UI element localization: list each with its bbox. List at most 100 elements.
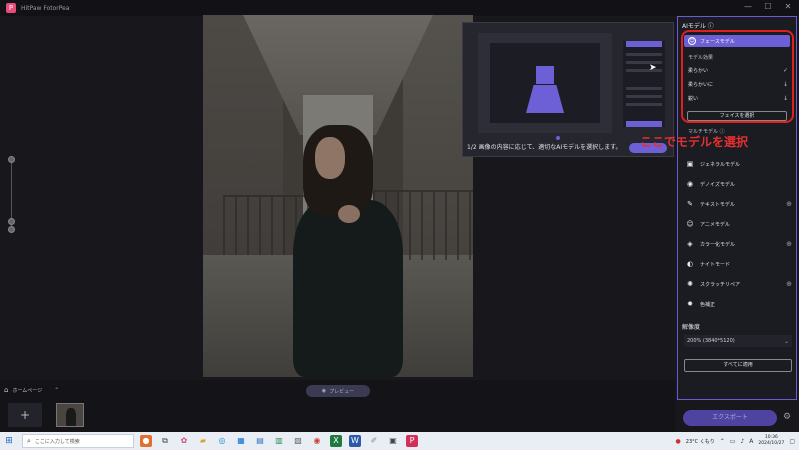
- model-label: スクラッチリペア: [700, 281, 741, 288]
- resolution-value: 200% (3840*5120): [687, 338, 735, 344]
- text-icon: ✎: [687, 200, 693, 208]
- app-logo-icon: P: [6, 3, 16, 13]
- chevron-up-icon[interactable]: ⌃: [54, 387, 59, 394]
- search-icon: ⌕: [27, 436, 31, 445]
- model-label: カラー化モデル: [700, 241, 736, 248]
- taskbar: ⊞ ⌕ ここに入力して検索 ● ⧉ ✿ ▰ ◎ ▦ ▤ ▥ ▧ ◉ X W ✐ …: [0, 432, 799, 450]
- apply-all-button[interactable]: すべてに適用: [684, 359, 792, 372]
- panel-title: AIモデル ⓘ: [682, 23, 714, 30]
- image-thumbnail[interactable]: [56, 403, 84, 427]
- weather-text[interactable]: 23°C くもり: [686, 438, 715, 445]
- app-title: HitPaw FotorPea: [21, 4, 70, 12]
- photo-person-shoulder: [338, 205, 360, 223]
- preview-label: プレビュー: [329, 388, 355, 395]
- file-explorer-icon[interactable]: ▰: [197, 435, 209, 447]
- model-item-color-correct[interactable]: ✹ 色補正: [684, 297, 792, 311]
- image-canvas[interactable]: [203, 15, 473, 377]
- chrome-icon[interactable]: ◉: [311, 435, 323, 447]
- app-icon[interactable]: ▥: [273, 435, 285, 447]
- model-item-scratch[interactable]: ✺ スクラッチリペア ⊕: [684, 277, 792, 291]
- model-label: デノイズモデル: [700, 181, 735, 188]
- zoom-handle[interactable]: [8, 218, 15, 225]
- side-bar: [626, 53, 662, 56]
- minimize-button[interactable]: —: [743, 2, 753, 11]
- model-item-night[interactable]: ◐ ナイトモード: [684, 257, 792, 271]
- download-model-icon[interactable]: ⊕: [786, 280, 792, 288]
- ime-icon[interactable]: A: [749, 438, 753, 445]
- model-item-denoise[interactable]: ◉ デノイズモデル: [684, 177, 792, 191]
- app-icon[interactable]: ▧: [292, 435, 304, 447]
- side-bar: [626, 87, 662, 90]
- denoise-icon: ◉: [686, 180, 694, 188]
- resolution-title: 解像度: [682, 324, 701, 331]
- model-label: アニメモデル: [700, 221, 730, 228]
- app-window: P HitPaw FotorPea — ☐ ✕ ➤ 1/2 画像の内容に応じて、…: [0, 0, 799, 432]
- chevron-down-icon: ⌄: [783, 337, 789, 345]
- window-controls: — ☐ ✕: [743, 2, 793, 11]
- cursor-icon: ➤: [649, 63, 657, 73]
- photo-person-body: [293, 200, 403, 377]
- side-highlight: [626, 41, 662, 47]
- onboarding-side-preview: [623, 41, 665, 127]
- sun-icon: ✹: [687, 300, 693, 308]
- anime-icon: ☺: [686, 220, 694, 228]
- side-bar: [626, 95, 662, 98]
- word-icon[interactable]: W: [349, 435, 361, 447]
- photo-person-face: [315, 137, 345, 179]
- scratch-icon: ✺: [687, 280, 693, 288]
- illustration-frame: [490, 43, 600, 123]
- clock-date: 2024/10/27: [758, 441, 785, 446]
- system-tray: ● 23°C くもり ⌃ ▭ ♪ A 10:36 2024/10/27 ▢: [676, 432, 795, 450]
- annotation-highlight-box: [681, 30, 794, 123]
- download-model-icon[interactable]: ⊕: [786, 200, 792, 208]
- thumbnail-figure: [66, 408, 76, 426]
- windows-start-icon[interactable]: ⊞: [0, 432, 18, 450]
- model-item-text[interactable]: ✎ テキストモデル ⊕: [684, 197, 792, 211]
- close-button[interactable]: ✕: [783, 2, 793, 11]
- gear-icon[interactable]: ⚙: [783, 412, 791, 422]
- resolution-select[interactable]: 200% (3840*5120) ⌄: [684, 335, 792, 347]
- zoom-out-icon[interactable]: [8, 226, 15, 233]
- night-icon: ◐: [686, 260, 694, 268]
- zoom-in-icon[interactable]: [8, 156, 15, 163]
- download-model-icon[interactable]: ⊕: [786, 240, 792, 248]
- model-item-anime[interactable]: ☺ アニメモデル: [684, 217, 792, 231]
- taskbar-clock[interactable]: 10:36 2024/10/27: [758, 435, 784, 447]
- model-label: テキストモデル: [700, 201, 735, 208]
- copilot-icon[interactable]: ✿: [178, 435, 190, 447]
- app-icon[interactable]: ▣: [387, 435, 399, 447]
- network-icon[interactable]: ▭: [730, 438, 736, 445]
- photos-icon[interactable]: ▤: [254, 435, 266, 447]
- image-icon: ▣: [686, 160, 694, 168]
- side-button: [626, 121, 662, 127]
- store-icon[interactable]: ▦: [235, 435, 247, 447]
- onboarding-text: 1/2 画像の内容に応じて、適切なAIモデルを選択します。: [467, 144, 622, 151]
- task-view-icon[interactable]: ⧉: [159, 435, 171, 447]
- eye-icon: ◉: [321, 388, 327, 394]
- taskbar-apps: ● ⧉ ✿ ▰ ◎ ▦ ▤ ▥ ▧ ◉ X W ✐ ▣ P: [140, 435, 418, 447]
- pumpkin-icon[interactable]: ●: [140, 435, 152, 447]
- notification-center-icon[interactable]: ▢: [789, 438, 795, 445]
- model-label: ナイトモード: [700, 261, 731, 268]
- add-image-button[interactable]: +: [8, 403, 42, 427]
- notification-icon[interactable]: ●: [676, 438, 681, 445]
- home-tab[interactable]: ⌂ ホームページ ⌃: [4, 386, 59, 394]
- volume-icon[interactable]: ♪: [740, 438, 744, 445]
- preview-button[interactable]: ◉ プレビュー: [306, 385, 370, 397]
- edge-icon[interactable]: ◎: [216, 435, 228, 447]
- home-label: ホームページ: [12, 387, 43, 394]
- app-icon[interactable]: ✐: [368, 435, 380, 447]
- model-label: 色補正: [700, 301, 716, 308]
- annotation-text: ここでモデルを選択: [640, 135, 749, 149]
- taskbar-search-input[interactable]: ⌕ ここに入力して検索: [22, 434, 134, 448]
- model-item-general[interactable]: ▣ ジェネラルモデル: [684, 157, 792, 171]
- export-button[interactable]: エクスポート: [683, 410, 777, 426]
- page-dot: [556, 136, 560, 140]
- maximize-button[interactable]: ☐: [763, 2, 773, 11]
- chevron-up-icon[interactable]: ⌃: [720, 438, 725, 445]
- model-item-colorize[interactable]: ◈ カラー化モデル ⊕: [684, 237, 792, 251]
- excel-icon[interactable]: X: [330, 435, 342, 447]
- side-bar: [626, 103, 662, 106]
- fotorpea-taskbar-icon[interactable]: P: [406, 435, 418, 447]
- zoom-slider[interactable]: [6, 150, 18, 240]
